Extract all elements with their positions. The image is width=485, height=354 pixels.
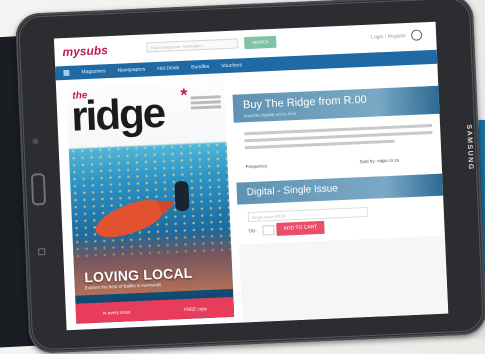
logo-subs: subs (79, 43, 109, 59)
cover-masthead-text (190, 95, 222, 116)
back-key-icon[interactable] (38, 248, 46, 256)
nav-item-vouchers[interactable]: Vouchers (221, 62, 242, 69)
diver-image (174, 180, 190, 212)
lower-panel (239, 235, 449, 323)
sold-by-label: Sold by: ridge.co.za (359, 157, 400, 165)
nav-item-magazines[interactable]: Magazines (81, 68, 105, 75)
buy-panel-header: Buy The Ridge from R.00 Available Digita… (232, 85, 440, 123)
magazine-cover[interactable]: the ridge * LOVING LOCAL Explore the bes… (65, 79, 235, 324)
user-icon[interactable] (410, 29, 423, 41)
buy-title: Buy The Ridge from R.00 (242, 93, 368, 112)
search-input[interactable]: Find a magazine, newspaper... (146, 38, 239, 53)
add-to-cart-button[interactable]: ADD TO CART (276, 220, 325, 236)
digital-title: Digital - Single Issue (246, 183, 339, 199)
cover-title: ridge (70, 88, 165, 140)
qty-input[interactable] (262, 225, 275, 236)
digital-panel-header: Digital - Single Issue (236, 173, 444, 205)
home-icon[interactable] (63, 69, 70, 77)
cover-strip-right: FREE copy (184, 305, 208, 312)
cover-star: * (180, 84, 188, 105)
logo-my: my (62, 44, 81, 60)
nav-item-newspapers[interactable]: Newspapers (117, 67, 145, 74)
frequency-label: Frequency: (245, 163, 269, 170)
buy-subtitle: Available Digitally and in Print (243, 110, 297, 119)
tablet-screen: mysubs Find a magazine, newspaper... SEA… (53, 21, 449, 331)
qty-label: Qty: (248, 227, 257, 234)
nav-item-bundles[interactable]: Bundles (191, 64, 209, 71)
tablet-device: SAMSUNG mysubs Find a magazine, newspape… (14, 0, 485, 354)
issue-select[interactable]: Single Issue R0.00 (247, 206, 368, 223)
nav-item-hot-deals[interactable]: Hot Deals (157, 65, 179, 72)
search-button[interactable]: SEARCH (244, 35, 277, 50)
cover-strip-left: In every issue (102, 308, 131, 316)
cover-bottom-strip: In every issue FREE copy (75, 296, 235, 324)
product-description (244, 124, 433, 153)
home-button[interactable] (30, 172, 47, 206)
photo-scene: SAMSUNG mysubs Find a magazine, newspape… (0, 0, 485, 354)
login-link[interactable]: Login / Register (371, 33, 406, 41)
site-logo[interactable]: mysubs (62, 43, 108, 59)
